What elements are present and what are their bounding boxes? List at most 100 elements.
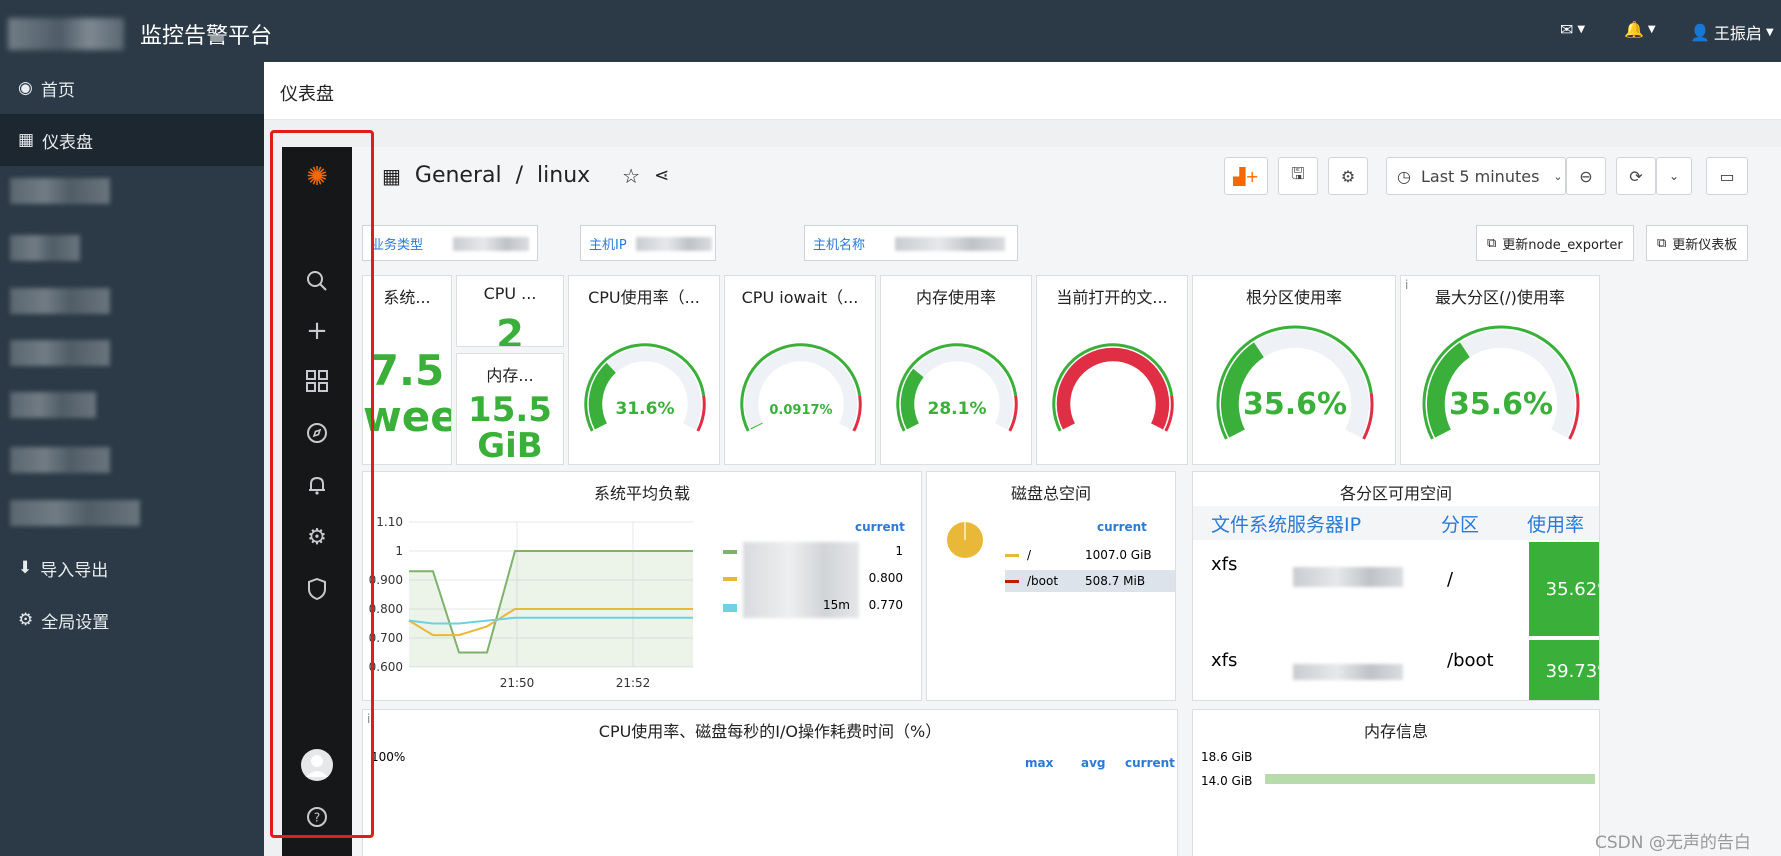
chevron-down-icon: ⌄ — [1668, 169, 1680, 183]
notifications-menu[interactable]: 🔔 ▼ — [1624, 20, 1656, 39]
stat-value: 2 — [496, 312, 524, 347]
legend-name: 15m — [823, 598, 850, 612]
mail-menu[interactable]: ✉ ▼ — [1560, 20, 1585, 39]
column-header[interactable]: 使用率 — [1527, 510, 1584, 537]
legend-swatch — [723, 577, 737, 581]
gear-icon[interactable]: ⚙ — [299, 519, 335, 555]
refresh-icon: ⟳ — [1629, 166, 1643, 186]
settings-button[interactable]: ⚙ — [1328, 157, 1368, 195]
gauge-panel-root-partition[interactable]: 根分区使用率 35.6% — [1192, 275, 1396, 465]
logo — [8, 18, 124, 50]
sidebar-item-blurred[interactable] — [10, 500, 140, 526]
io-panel[interactable]: i CPU使用率、磁盘每秒的I/O操作耗费时间（%） 100% max avg … — [362, 709, 1178, 856]
legend-header[interactable]: max — [1025, 756, 1053, 770]
memory-total-panel[interactable]: 内存... 15.5 GiB — [456, 353, 564, 465]
x-tick-label: 21:52 — [616, 676, 651, 690]
star-icon[interactable]: ☆ — [622, 164, 640, 188]
sidebar-item-dashboard[interactable]: ▦ 仪表盘 — [0, 114, 264, 166]
user-menu[interactable]: 👤 王振启 ▼ — [1690, 20, 1774, 44]
panel-title: 磁盘总空间 — [1010, 484, 1091, 503]
cell-ip-redacted — [1293, 567, 1403, 587]
save-button[interactable]: 🖫 — [1278, 157, 1318, 195]
legend-swatch — [1005, 579, 1019, 583]
y-tick-label: 0.700 — [369, 631, 403, 645]
sidebar-item-blurred[interactable] — [10, 288, 110, 314]
y-axis-label: 100% — [371, 750, 406, 764]
gauge-value: 12640 — [1083, 399, 1142, 419]
sidebar-item-blurred[interactable] — [10, 340, 110, 366]
dashboards-icon[interactable] — [299, 363, 335, 399]
legend-row[interactable]: 1 — [723, 542, 913, 564]
gauge-value: 28.1% — [928, 399, 987, 419]
panel-title: CPU使用率（... — [588, 288, 700, 307]
legend-row[interactable]: 0.800 — [723, 569, 913, 591]
help-icon[interactable]: ? — [299, 799, 335, 835]
disk-total-panel[interactable]: 磁盘总空间 current / 1007.0 GiB /boot 508.7 M… — [926, 471, 1176, 701]
search-icon[interactable] — [299, 263, 335, 299]
add-panel-button[interactable]: ▟+ — [1224, 157, 1268, 195]
sidebar-item-blurred[interactable] — [10, 178, 110, 204]
link-label: 更新node_exporter — [1502, 237, 1623, 253]
sidebar-item-global-settings[interactable]: ⚙ 全局设置 — [0, 594, 264, 646]
gauge-panel-iowait[interactable]: CPU iowait（... 0.0917% — [724, 275, 876, 465]
sidebar-item-home[interactable]: ◉ 首页 — [0, 62, 264, 114]
stat-value: 7.5 — [369, 346, 445, 395]
compass-icon[interactable] — [299, 415, 335, 451]
user-icon: 👤 — [1690, 22, 1710, 42]
tv-mode-button[interactable]: ▭ — [1706, 157, 1748, 195]
bell-icon[interactable] — [299, 467, 335, 503]
column-header[interactable]: 文件系统 — [1211, 510, 1287, 537]
x-tick-label: 21:50 — [500, 676, 535, 690]
gauge-panel-cpu[interactable]: CPU使用率（... 31.6% — [568, 275, 720, 465]
sidebar-item-label: 首页 — [40, 80, 75, 101]
shield-icon[interactable] — [299, 571, 335, 607]
folder-link[interactable]: General — [415, 163, 502, 188]
legend-header[interactable]: current — [1125, 756, 1175, 770]
variable-business-type[interactable]: 业务类型 — [362, 225, 538, 261]
time-picker[interactable]: ◷ Last 5 minutes ⌄ — [1386, 157, 1566, 195]
dashboard-title[interactable]: linux — [537, 163, 590, 188]
uptime-panel[interactable]: 系统... 7.5 week — [362, 275, 452, 465]
sidebar-item-label: 全局设置 — [41, 612, 110, 633]
refresh-button[interactable]: ⟳ — [1616, 157, 1656, 195]
variable-host-name[interactable]: 主机名称 — [804, 225, 1018, 261]
gauge-panel-open-files[interactable]: 当前打开的文... 12640 — [1036, 275, 1188, 465]
memory-area — [1265, 774, 1595, 784]
stat-unit: GiB — [477, 426, 543, 465]
grafana-logo-icon[interactable]: ✺ — [299, 159, 335, 195]
panel-title: 内存使用率 — [915, 288, 996, 307]
sidebar-item-import-export[interactable]: ⬇ 导入导出 — [0, 542, 264, 594]
partition-space-panel[interactable]: 各分区可用空间 文件系统 服务器IP 分区 使用率 xfs / 35.62% x… — [1192, 471, 1600, 701]
legend-row[interactable]: /boot 508.7 MiB — [1005, 570, 1175, 592]
legend-header[interactable]: avg — [1081, 756, 1106, 770]
sidebar-item-blurred[interactable] — [10, 447, 110, 473]
sidebar-item-blurred[interactable] — [10, 392, 96, 418]
stat-unit: week — [363, 392, 451, 441]
variable-host-ip[interactable]: 主机IP — [580, 225, 716, 261]
legend-row[interactable]: / 1007.0 GiB — [1005, 544, 1165, 566]
sidebar-item-blurred[interactable] — [10, 235, 80, 261]
app-title: 监控告警平台 — [140, 24, 273, 49]
dashboard-breadcrumb: ▦ General / linux ☆ ⋖ — [382, 163, 669, 188]
cpu-cores-panel[interactable]: CPU ... 2 — [456, 275, 564, 347]
zoom-out-button[interactable]: ⊖ — [1566, 157, 1606, 195]
gauge-panel-memory[interactable]: 内存使用率 28.1% — [880, 275, 1032, 465]
gauge-panel-max-partition[interactable]: i 最大分区(/)使用率 35.6% — [1400, 275, 1600, 465]
share-icon[interactable]: ⋖ — [654, 165, 669, 186]
plus-icon[interactable]: + — [299, 313, 335, 349]
column-header[interactable]: 分区 — [1441, 510, 1479, 537]
column-header[interactable]: 服务器IP — [1287, 510, 1361, 537]
variable-label: 主机名称 — [813, 237, 866, 253]
avatar[interactable] — [299, 747, 335, 783]
cell-usage: 39.73% — [1529, 640, 1599, 700]
refresh-interval-dropdown[interactable]: ⌄ — [1656, 157, 1692, 195]
cell-mount: /boot — [1447, 650, 1494, 671]
disk-pie-chart — [947, 522, 983, 558]
link-update-dashboard[interactable]: ⧉ 更新仪表板 — [1646, 225, 1749, 261]
link-update-node-exporter[interactable]: ⧉ 更新node_exporter — [1476, 225, 1634, 261]
cell-ip-redacted — [1293, 664, 1403, 680]
load-average-panel[interactable]: 系统平均负载 1.10 1 0.900 0.800 0.700 0.600 21:50 21:… — [362, 471, 922, 701]
sidebar: ◉ 首页 ▦ 仪表盘 ⬇ 导入导出 ⚙ 全局设置 — [0, 62, 264, 856]
memory-info-panel[interactable]: 内存信息 18.6 GiB 14.0 GiB — [1192, 709, 1600, 856]
legend-row[interactable]: 15m 0.770 — [723, 596, 913, 618]
